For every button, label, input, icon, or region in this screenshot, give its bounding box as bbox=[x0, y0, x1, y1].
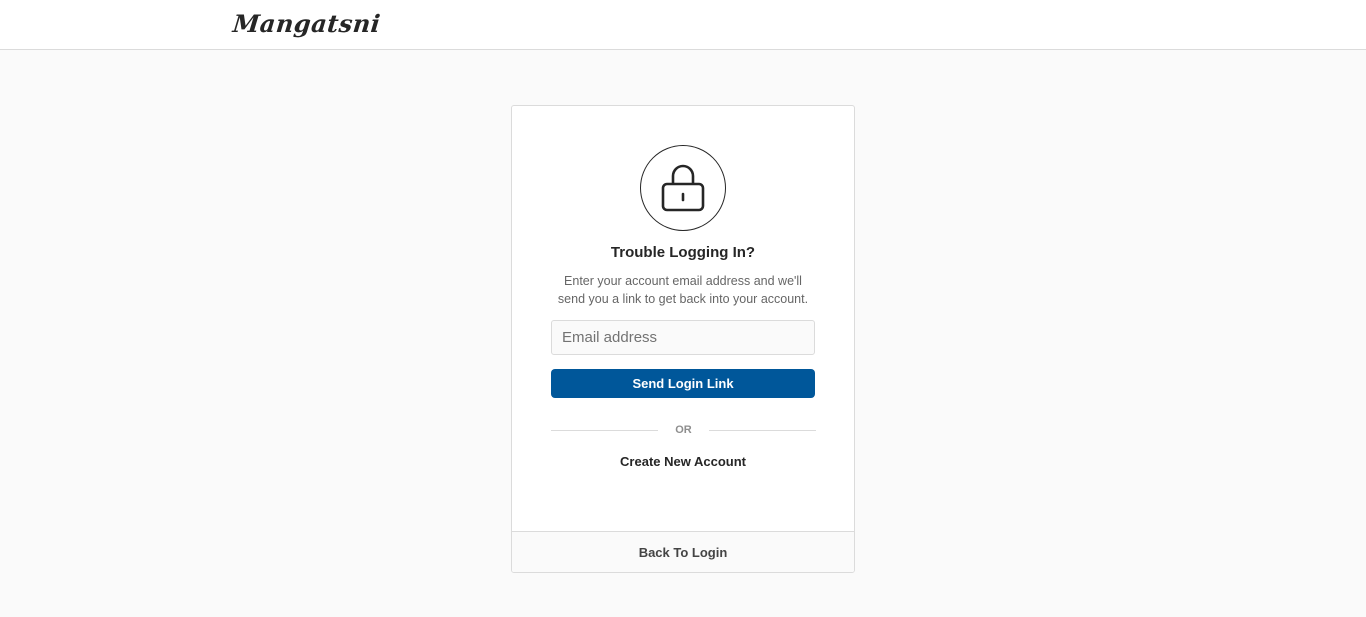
instructions-text: Enter your account email address and we'… bbox=[557, 274, 809, 306]
card-footer: Back To Login bbox=[512, 531, 854, 572]
send-login-link-button[interactable]: Send Login Link bbox=[551, 369, 815, 398]
top-navbar: Mangatsni bbox=[0, 0, 1366, 50]
lock-icon bbox=[640, 145, 726, 231]
reset-password-card: Trouble Logging In? Enter your account e… bbox=[511, 105, 855, 573]
app-logo[interactable]: Mangatsni bbox=[231, 9, 382, 38]
page-title: Trouble Logging In? bbox=[610, 244, 756, 261]
or-divider: OR bbox=[551, 423, 816, 437]
email-field[interactable] bbox=[551, 320, 815, 355]
back-to-login-link[interactable]: Back To Login bbox=[639, 545, 728, 560]
create-account-link[interactable]: Create New Account bbox=[512, 454, 854, 469]
lock-icon-graphic bbox=[661, 164, 705, 212]
divider-line-right bbox=[709, 430, 816, 431]
